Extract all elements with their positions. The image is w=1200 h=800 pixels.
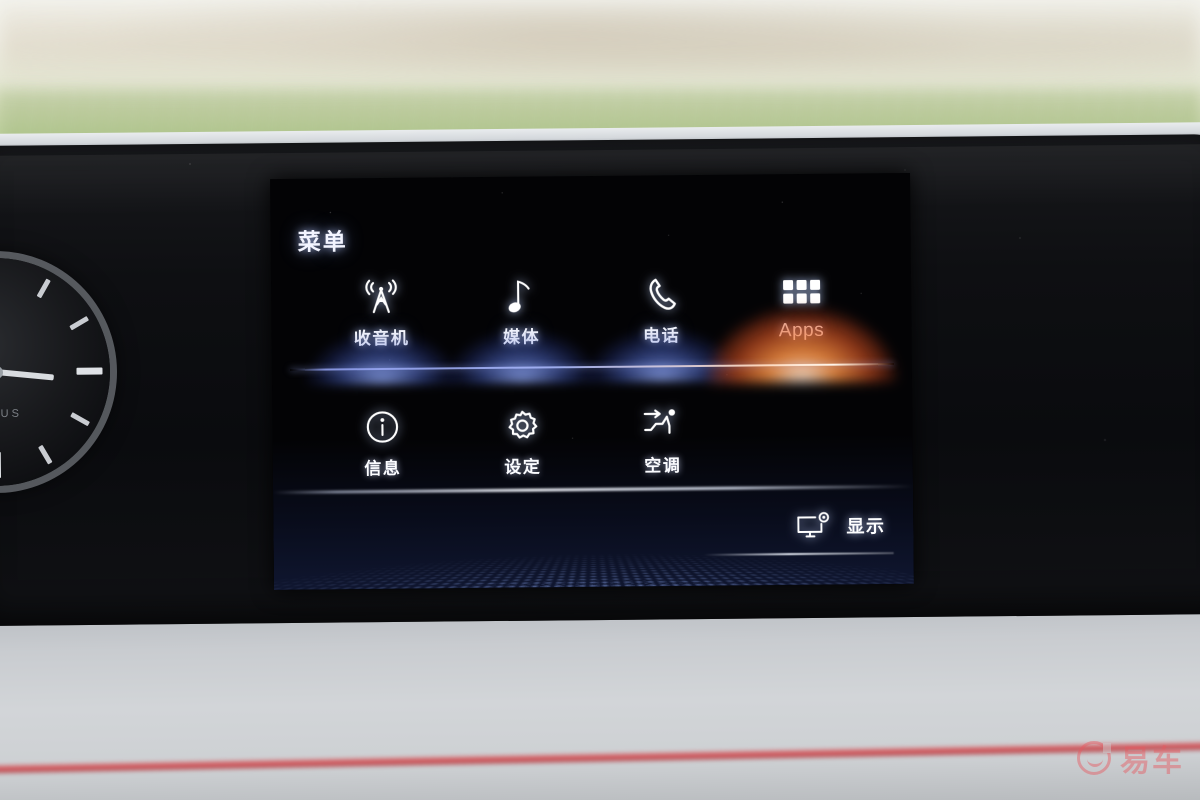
clock-brand-label: LEXUS — [0, 407, 22, 421]
apps-grid-icon — [782, 272, 820, 314]
music-note-icon — [507, 275, 535, 317]
menu-item-settings[interactable]: 设定 — [452, 404, 593, 485]
page-title: 菜单 — [297, 228, 348, 255]
menu-item-climate[interactable]: 空调 — [592, 403, 733, 484]
secondary-menu-row: 信息 设定 空调 — [312, 403, 733, 487]
menu-item-label: 电话 — [642, 326, 681, 346]
menu-item-label: 设定 — [504, 457, 542, 477]
menu-item-label: Apps — [778, 319, 825, 342]
menu-item-info[interactable]: 信息 — [312, 405, 453, 486]
vehicle-infotainment-photo: LEXUS 菜单 收音机 媒体 电话 Apps 信息 设定 空调 显示 易车 — [0, 0, 1200, 800]
menu-item-radio[interactable]: 收音机 — [306, 275, 458, 385]
clock-hour-hand — [0, 369, 55, 381]
primary-menu-row: 收音机 媒体 电话 Apps — [306, 271, 897, 385]
info-circle-icon — [365, 406, 399, 448]
menu-item-phone[interactable]: 电话 — [586, 273, 737, 383]
menu-item-label: 媒体 — [502, 327, 541, 347]
menu-item-label: 收音机 — [353, 328, 410, 349]
menu-item-apps[interactable]: Apps — [707, 271, 897, 383]
display-settings-underline — [703, 552, 894, 556]
display-settings-label: 显示 — [846, 516, 886, 537]
menu-item-label: 空调 — [644, 456, 682, 476]
climate-seat-icon — [642, 403, 682, 445]
menu-item-label: 信息 — [364, 458, 402, 479]
gear-icon — [505, 405, 539, 447]
menu-item-glow — [707, 307, 897, 383]
monitor-gear-icon — [796, 511, 832, 541]
display-settings-button[interactable]: 显示 — [796, 510, 885, 541]
radio-tower-icon — [364, 276, 398, 318]
clock-pivot — [0, 365, 3, 379]
phone-handset-icon — [644, 273, 678, 315]
menu-item-media[interactable]: 媒体 — [446, 274, 598, 384]
infotainment-screen[interactable]: 菜单 收音机 媒体 电话 Apps 信息 设定 空调 显示 — [270, 172, 914, 591]
